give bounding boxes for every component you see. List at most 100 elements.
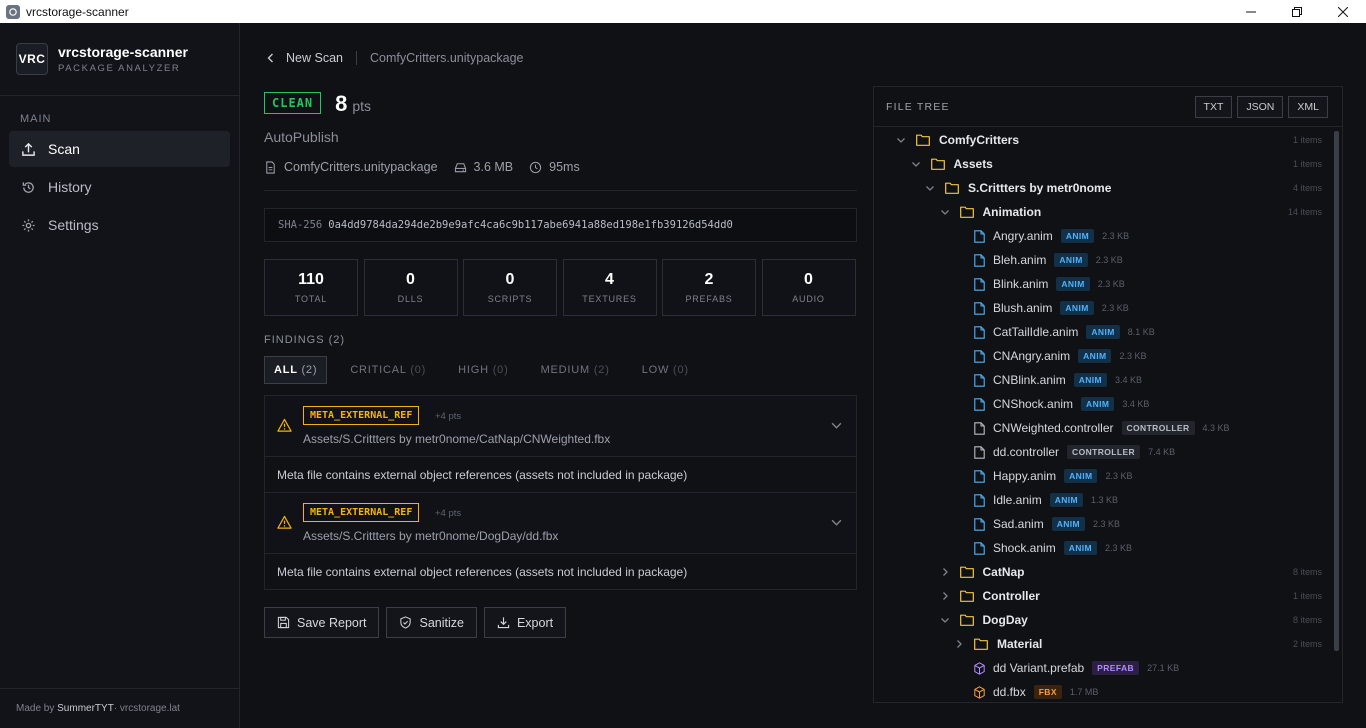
export-json-button[interactable]: JSON	[1237, 96, 1284, 118]
file-size: 1.7 MB	[1069, 687, 1099, 697]
package-author: AutoPublish	[264, 129, 339, 145]
export-xml-button[interactable]: XML	[1288, 96, 1328, 118]
disk-icon	[454, 162, 466, 172]
result-summary: CLEAN 8 pts	[264, 91, 371, 118]
history-icon	[22, 181, 34, 193]
tree-item-name: dd.controller	[993, 445, 1060, 459]
stat-label: TOTAL	[294, 294, 328, 304]
file-icon	[974, 301, 985, 315]
status-badge: CLEAN	[264, 92, 322, 114]
file-size: 3.4 KB	[1115, 375, 1143, 385]
tree-file-row[interactable]: dd Variant.prefab PREFAB 27.1 KB	[874, 656, 1332, 680]
close-button[interactable]	[1320, 0, 1366, 23]
finding-header[interactable]: META_EXTERNAL_REF +4 pts Assets/S.Crittt…	[265, 396, 856, 456]
tree-file-row[interactable]: Shock.anim ANIM 2.3 KB	[874, 536, 1332, 560]
file-type-badge: ANIM	[1049, 493, 1084, 507]
folder-icon	[916, 134, 930, 146]
sha256-hash[interactable]: SHA-256 0a4dd9784da294de2b9e9afc4ca6c9b1…	[264, 208, 857, 242]
tree-folder-row[interactable]: S.Crittters by metr0nome 4 items	[874, 176, 1332, 200]
folder-icon	[959, 566, 974, 578]
sidebar-item-label: Scan	[48, 141, 80, 157]
file-size: 2.3 KB	[1101, 303, 1129, 313]
chevron-right-icon[interactable]	[940, 567, 950, 577]
sanitize-button[interactable]: Sanitize	[386, 607, 477, 638]
stat-scripts: 0 SCRIPTS	[463, 259, 557, 316]
tab-all[interactable]: ALL (2)	[264, 356, 328, 384]
sidebar-item-scan[interactable]: Scan	[9, 131, 230, 167]
save-icon	[277, 616, 290, 629]
tree-file-row[interactable]: Sad.anim ANIM 2.3 KB	[874, 512, 1332, 536]
save-report-button[interactable]: Save Report	[264, 607, 380, 638]
tab-critical[interactable]: CRITICAL (0)	[341, 357, 435, 383]
tab-low[interactable]: LOW (0)	[633, 357, 698, 383]
chevron-right-icon[interactable]	[940, 591, 950, 601]
tree-folder-row[interactable]: Controller 1 items	[874, 584, 1332, 608]
finding-description: Meta file contains external object refer…	[265, 456, 856, 492]
chevron-right-icon[interactable]	[954, 639, 964, 649]
folder-item-count: 1 items	[1292, 159, 1322, 169]
finding-path: Assets/S.Crittters by metr0nome/DogDay/d…	[303, 529, 559, 543]
tree-folder-row[interactable]: Animation 14 items	[874, 200, 1332, 224]
folder-icon	[959, 614, 974, 626]
save-report-label: Save Report	[297, 615, 367, 630]
maximize-button[interactable]	[1274, 0, 1320, 23]
file-icon	[974, 517, 985, 531]
tree-file-row[interactable]: dd.controller CONTROLLER 7.4 KB	[874, 440, 1332, 464]
file-size: 2.3 KB	[1095, 255, 1123, 265]
chevron-down-icon[interactable]	[896, 135, 906, 145]
tree-item-name: Assets	[953, 157, 993, 171]
tree-file-row[interactable]: Happy.anim ANIM 2.3 KB	[874, 464, 1332, 488]
folder-item-count: 14 items	[1287, 207, 1322, 217]
tree-folder-row[interactable]: Assets 1 items	[874, 152, 1332, 176]
tree-item-name: CNWeighted.controller	[993, 421, 1114, 435]
tree-item-name: Animation	[982, 205, 1042, 219]
file-type-badge: CONTROLLER	[1067, 445, 1141, 459]
tree-item-name: Blink.anim	[993, 277, 1049, 291]
finding-points: +4 pts	[435, 508, 462, 519]
sha-label: SHA-256	[278, 219, 323, 231]
file-icon	[974, 253, 985, 267]
file-icon	[974, 373, 985, 387]
finding-header[interactable]: META_EXTERNAL_REF +4 pts Assets/S.Crittt…	[265, 493, 856, 553]
tree-file-row[interactable]: dd.fbx FBX 1.7 MB	[874, 680, 1332, 702]
tree-file-row[interactable]: Idle.anim ANIM 1.3 KB	[874, 488, 1332, 512]
tree-file-row[interactable]: Bleh.anim ANIM 2.3 KB	[874, 248, 1332, 272]
tab-count: (2)	[301, 364, 318, 376]
tree-file-row[interactable]: Blush.anim ANIM 2.3 KB	[874, 296, 1332, 320]
minimize-button[interactable]	[1228, 0, 1274, 23]
sidebar-item-settings[interactable]: Settings	[9, 207, 230, 243]
tab-high[interactable]: HIGH (0)	[449, 357, 517, 383]
tree-file-row[interactable]: Blink.anim ANIM 2.3 KB	[874, 272, 1332, 296]
file-size: 2.3 KB	[1105, 543, 1133, 553]
new-scan-link[interactable]: New Scan	[266, 51, 343, 65]
tab-medium[interactable]: MEDIUM (2)	[532, 357, 619, 383]
folder-item-count: 1 items	[1292, 591, 1322, 601]
sidebar-item-history[interactable]: History	[9, 169, 230, 205]
tree-folder-row[interactable]: DogDay 8 items	[874, 608, 1332, 632]
tree-file-row[interactable]: CNShock.anim ANIM 3.4 KB	[874, 392, 1332, 416]
chevron-down-icon[interactable]	[831, 517, 842, 528]
file-tree-scrollbar[interactable]	[1334, 131, 1339, 651]
chevron-down-icon[interactable]	[940, 615, 950, 625]
tree-folder-row[interactable]: CatNap 8 items	[874, 560, 1332, 584]
tree-file-row[interactable]: CatTailIdle.anim ANIM 8.1 KB	[874, 320, 1332, 344]
chevron-down-icon[interactable]	[911, 159, 921, 169]
download-icon	[497, 617, 510, 629]
tree-folder-row[interactable]: ComfyCritters 1 items	[874, 128, 1332, 152]
chevron-down-icon[interactable]	[831, 420, 842, 431]
export-button[interactable]: Export	[483, 607, 567, 638]
sidebar: VRC vrcstorage-scanner PACKAGE ANALYZER …	[0, 23, 240, 728]
tree-folder-row[interactable]: Material 2 items	[874, 632, 1332, 656]
folder-item-count: 2 items	[1292, 639, 1322, 649]
export-txt-button[interactable]: TXT	[1194, 96, 1233, 118]
tree-file-row[interactable]: CNAngry.anim ANIM 2.3 KB	[874, 344, 1332, 368]
tree-file-row[interactable]: Angry.anim ANIM 2.3 KB	[874, 224, 1332, 248]
footer-author-link[interactable]: SummerTYT	[57, 703, 114, 714]
chevron-down-icon[interactable]	[940, 207, 950, 217]
tree-item-name: Controller	[982, 589, 1040, 603]
chevron-down-icon[interactable]	[925, 183, 935, 193]
file-type-badge: FBX	[1033, 685, 1062, 699]
findings-heading: FINDINGS (2)	[264, 334, 346, 346]
tree-file-row[interactable]: CNWeighted.controller CONTROLLER 4.3 KB	[874, 416, 1332, 440]
tree-file-row[interactable]: CNBlink.anim ANIM 3.4 KB	[874, 368, 1332, 392]
